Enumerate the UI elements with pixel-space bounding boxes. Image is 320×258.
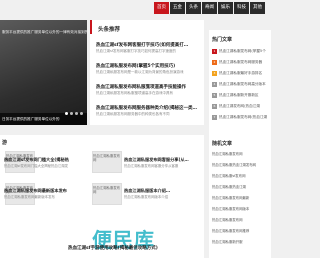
random-item[interactable]: 热血江湖私服新开服 xyxy=(212,239,270,244)
hot-item-text[interactable]: 热血江湖私服发布网高分版本 xyxy=(219,82,269,87)
hot-item-text[interactable]: 热血江湖私服发布网服务器 xyxy=(219,60,269,65)
random-item[interactable]: 热血江湖私服发布网 xyxy=(212,217,270,222)
rank-badge: 1 xyxy=(212,48,217,54)
nav-item-oddities[interactable]: 奇闻 xyxy=(202,2,217,14)
hero-bottom-text[interactable]: 日务平台提供的推广服务单位以外的 xyxy=(2,117,72,122)
nav-item-home[interactable]: 首页 xyxy=(154,2,169,14)
headline-summary: 热血江湖私服发布网私服戛项道高手在游戏中具有 xyxy=(96,91,173,95)
thumb-alt: 热血江湖私服发布网 xyxy=(93,186,121,194)
headline-summary: 热血江湖私服发布网服务器中的种类也各有不同 xyxy=(96,112,170,116)
slider-dot[interactable] xyxy=(80,112,83,115)
random-title: 随机文章 xyxy=(212,141,233,147)
hot-item-text[interactable]: 热血江湖私服最好手游排名 xyxy=(219,71,269,76)
random-item[interactable]: 热血江湖私服发布网 xyxy=(212,151,270,156)
rank-badge: 2 xyxy=(212,59,217,65)
section-title: 头条推荐 xyxy=(90,20,204,34)
hero-caption: 服务平台提供的推广服务单位以外的一律有效对接到的 xyxy=(2,30,87,34)
rank-badge: 3 xyxy=(212,70,217,76)
thumb-alt: 热血江湖私服发布网 xyxy=(93,154,121,162)
random-item[interactable]: 热血江湖私服发布网推荐 xyxy=(212,228,270,233)
headline-link[interactable]: 热血江湖sf发布网客服打字技巧(如何提高打… xyxy=(96,42,200,48)
nav-item-hardware[interactable]: 五金 xyxy=(170,2,185,14)
nav-item-entertainment[interactable]: 娱乐 xyxy=(218,2,233,14)
random-item[interactable]: 热血江湖私服发布网最新 xyxy=(212,195,270,200)
slider-dot[interactable] xyxy=(70,112,73,115)
hot-item[interactable]: 5 热血江湖私服新开服新区 xyxy=(212,91,270,99)
hot-item[interactable]: 6 热血江湖发布网(热血江湖 xyxy=(212,102,270,110)
article-title[interactable]: 热血江湖私服发布网最新版本发布 xyxy=(4,188,84,194)
nav-item-headlines[interactable]: 头条 xyxy=(186,2,201,14)
nav-item-other[interactable]: 其他 xyxy=(250,2,265,14)
hero-slider[interactable]: 服务平台提供的推广服务单位以外的一律有效对接到的 日务平台提供的推广服务单位以外… xyxy=(0,20,87,125)
hot-item[interactable]: 3 热血江湖私服最好手游排名 xyxy=(212,69,270,77)
article-title[interactable]: 热血江湖sf发布网门槛大全(揭秘热 xyxy=(4,157,84,163)
random-item[interactable]: 热血江湖私服热血江湖发布网 xyxy=(212,162,270,167)
slider-dot[interactable] xyxy=(65,112,68,115)
bottom-headline[interactable]: 热血江湖sf手游使用攻略(揭秘最佳攻略方式) xyxy=(68,245,198,251)
hot-item-text[interactable]: 热血江湖私服发布网(掌握5个 xyxy=(219,49,269,54)
hot-item-text[interactable]: 热血江湖私服新开服新区 xyxy=(219,93,269,98)
random-articles: 随机文章 热血江湖私服发布网 热血江湖私服热血江湖发布网 热血江湖私服sf发布网… xyxy=(209,135,271,258)
hot-item[interactable]: 4 热血江湖私服发布网高分版本 xyxy=(212,80,270,88)
article-summary: 热血江湖私服发布网版本介绍 xyxy=(124,195,169,199)
hot-articles: 热门文章 1 热血江湖私服发布网(掌握5个 2 热血江湖私服发布网服务器 3 热血江湖… xyxy=(209,30,271,140)
headline-panel: 头条推荐 热血江湖sf发布网客服打字技巧(如何提高打… 热血江湖sf发布网客服打… xyxy=(90,20,204,125)
rank-badge: 4 xyxy=(212,81,217,87)
category-title: 游 xyxy=(2,140,8,146)
slider-dots xyxy=(65,112,83,115)
main-nav: 首页 五金 头条 奇闻 娱乐 科技 其他 xyxy=(154,2,266,14)
headline-summary: 热血江湖私服发布网是一款以江湖为背景的角色扮演游戏 xyxy=(96,70,184,74)
article-title[interactable]: 热血江湖私服版本介绍… xyxy=(124,188,202,194)
random-item[interactable]: 热血江湖私服热血江湖 xyxy=(212,184,270,189)
headline-link[interactable]: 热血江湖私服发布网私服戛项道高手技能操作 xyxy=(96,84,200,90)
top-bar: 首页 五金 头条 奇闻 娱乐 科技 其他 xyxy=(0,0,271,14)
article-title[interactable]: 热血江湖私服发布网客服分享(从… xyxy=(124,157,202,163)
hot-item-text[interactable]: 热血江湖发布网(热血江湖 xyxy=(219,104,269,109)
nav-item-tech[interactable]: 科技 xyxy=(234,2,249,14)
random-item[interactable]: 热血江湖私服发布网版本 xyxy=(212,206,270,211)
hot-item[interactable]: 7 热血江湖私服发布网(热血江湖 xyxy=(212,113,270,121)
rank-badge: 6 xyxy=(212,103,217,109)
hero-image[interactable] xyxy=(0,20,87,125)
hot-item-text[interactable]: 热血江湖私服发布网(热血江湖 xyxy=(219,115,269,120)
hot-item[interactable]: 2 热血江湖私服发布网服务器 xyxy=(212,58,270,66)
article-summary: 热血江湖私服发布网最新版本发布 xyxy=(4,195,55,199)
hot-title: 热门文章 xyxy=(212,37,233,43)
article-summary: 热血江湖私服发布网客服分享从客服 xyxy=(124,164,179,168)
article-summary: 热血江湖sf发布网门槛大全揭秘热血江湖发 xyxy=(4,164,68,168)
random-item[interactable]: 热血江湖私服sf发布网 xyxy=(212,173,270,178)
hot-item[interactable]: 1 热血江湖私服发布网(掌握5个 xyxy=(212,47,270,55)
headline-link[interactable]: 热血江湖私服发布网服务器种类介绍(揭秘这一类… xyxy=(96,105,200,111)
rank-badge: 7 xyxy=(212,114,217,120)
slider-dot[interactable] xyxy=(75,112,78,115)
headline-summary: 热血江湖sf发布网客服打字技巧如何提高打字速度的 xyxy=(96,49,177,53)
headline-link[interactable]: 热血江湖私服发布网(掌握5个实用技巧) xyxy=(96,63,200,69)
rank-badge: 5 xyxy=(212,92,217,98)
